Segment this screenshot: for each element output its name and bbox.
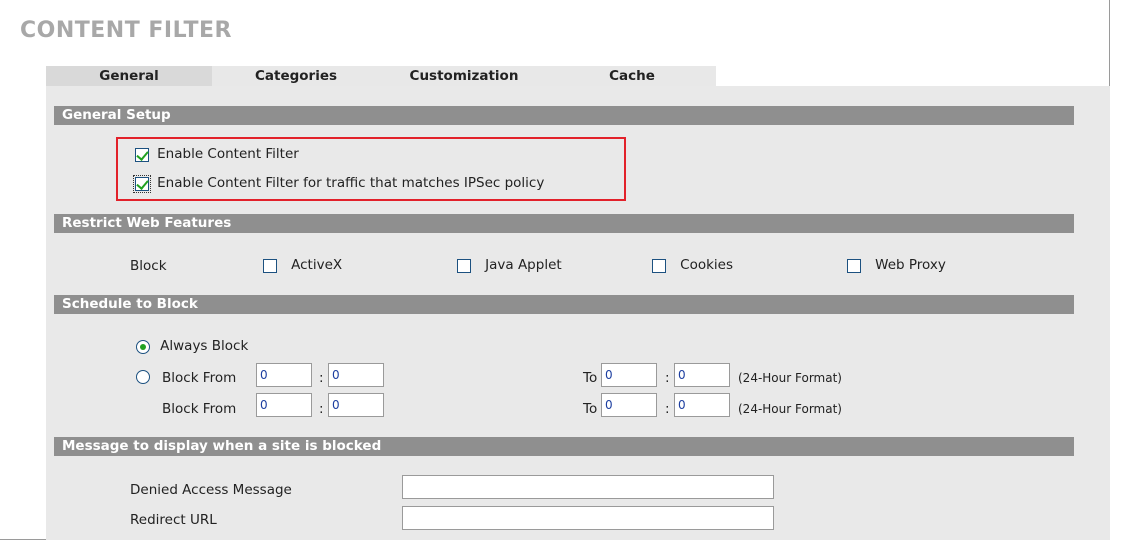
- to-minute-2[interactable]: [674, 393, 730, 417]
- tab-general[interactable]: General: [46, 66, 212, 86]
- java-applet-option: Java Applet: [457, 257, 562, 273]
- activex-checkbox[interactable]: [263, 258, 277, 273]
- to-hour-1[interactable]: [601, 363, 657, 387]
- enable-ipsec-label: Enable Content Filter for traffic that m…: [157, 175, 545, 191]
- section-blocked-message: Message to display when a site is blocke…: [54, 437, 1074, 456]
- colon-1b: :: [665, 370, 670, 386]
- always-block-radio[interactable]: [136, 339, 150, 354]
- enable-content-filter-row: Enable Content Filter: [135, 146, 299, 162]
- block-from-radio-wrap: [136, 369, 150, 384]
- tab-cache[interactable]: Cache: [548, 66, 716, 86]
- section-restrict-web-features: Restrict Web Features: [54, 214, 1074, 233]
- web-proxy-option: Web Proxy: [847, 257, 946, 273]
- block-from-label-1: Block From: [162, 370, 237, 386]
- block-from-label-2: Block From: [162, 401, 237, 417]
- denied-access-message-input[interactable]: [402, 475, 774, 499]
- enable-content-filter-checkbox[interactable]: [135, 147, 149, 162]
- always-block-row: Always Block: [136, 338, 248, 354]
- to-hour-2[interactable]: [601, 393, 657, 417]
- section-schedule-to-block: Schedule to Block: [54, 295, 1074, 314]
- cookies-option: Cookies: [652, 257, 733, 273]
- activex-label: ActiveX: [291, 257, 343, 273]
- hour-format-note-2: (24-Hour Format): [738, 402, 842, 416]
- java-applet-checkbox[interactable]: [457, 258, 471, 273]
- block-from-radio[interactable]: [136, 369, 150, 384]
- section-general-setup: General Setup: [54, 106, 1074, 125]
- cookies-checkbox[interactable]: [652, 258, 666, 273]
- to-label-2: To: [583, 401, 598, 417]
- colon-1a: :: [319, 370, 324, 386]
- activex-option: ActiveX: [263, 257, 342, 273]
- hour-format-note-1: (24-Hour Format): [738, 371, 842, 385]
- enable-ipsec-row: Enable Content Filter for traffic that m…: [133, 174, 545, 193]
- block-from-minute-1[interactable]: [328, 363, 384, 387]
- java-applet-label: Java Applet: [485, 257, 562, 273]
- tab-customization[interactable]: Customization: [380, 66, 548, 86]
- enable-content-filter-label: Enable Content Filter: [157, 146, 299, 162]
- page-title: CONTENT FILTER: [20, 18, 232, 43]
- block-label: Block: [130, 258, 167, 274]
- to-label-1: To: [583, 370, 598, 386]
- redirect-url-input[interactable]: [402, 506, 774, 530]
- redirect-url-label: Redirect URL: [130, 512, 217, 528]
- cookies-label: Cookies: [680, 257, 733, 273]
- always-block-label: Always Block: [160, 338, 249, 354]
- web-proxy-label: Web Proxy: [875, 257, 946, 273]
- to-minute-1[interactable]: [674, 363, 730, 387]
- colon-2a: :: [319, 401, 324, 417]
- block-from-minute-2[interactable]: [328, 393, 384, 417]
- web-proxy-checkbox[interactable]: [847, 258, 861, 273]
- block-from-hour-1[interactable]: [256, 363, 312, 387]
- denied-access-message-label: Denied Access Message: [130, 482, 292, 498]
- block-from-hour-2[interactable]: [256, 393, 312, 417]
- colon-2b: :: [665, 401, 670, 417]
- enable-ipsec-checkbox[interactable]: [133, 174, 151, 193]
- tab-categories[interactable]: Categories: [212, 66, 380, 86]
